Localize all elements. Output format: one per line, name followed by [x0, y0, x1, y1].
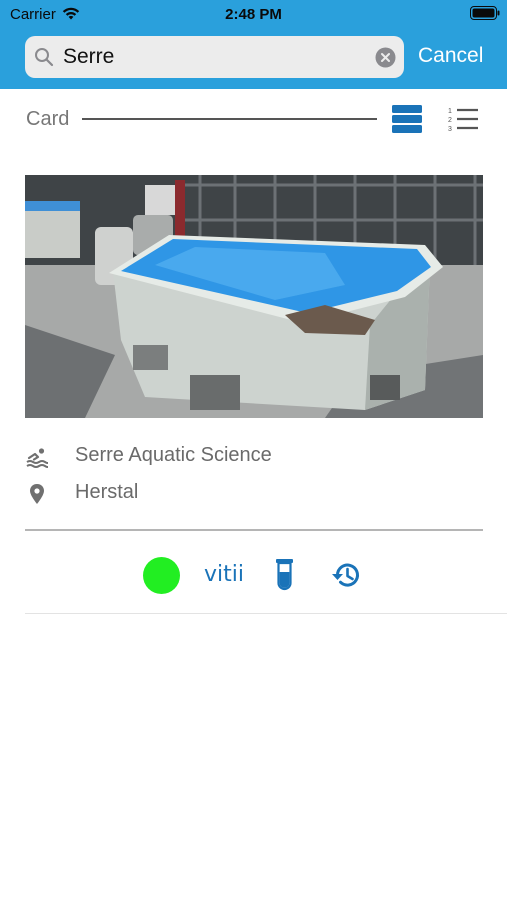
view-mode-label: Card	[26, 108, 70, 130]
pool-photo[interactable]	[25, 175, 483, 418]
facility-name-row: Serre Aquatic Science	[26, 444, 326, 470]
card-divider	[25, 529, 483, 531]
view-divider	[82, 118, 377, 120]
history-icon[interactable]	[329, 560, 362, 590]
clear-icon[interactable]	[375, 47, 396, 68]
svg-text:2: 2	[448, 117, 452, 124]
search-icon	[35, 48, 54, 67]
test-tube-icon[interactable]	[276, 559, 293, 591]
facility-location-row: Herstal	[26, 481, 226, 507]
card-view-icon[interactable]	[391, 104, 423, 134]
swimmer-icon	[26, 448, 48, 468]
status-time: 2:48 PM	[225, 6, 282, 23]
facility-name: Serre Aquatic Science	[75, 444, 272, 466]
vitii-link[interactable]: vitii	[204, 562, 244, 587]
facility-location: Herstal	[75, 481, 139, 503]
svg-text:1: 1	[448, 108, 452, 115]
location-pin-icon	[30, 484, 44, 504]
numbered-list-icon[interactable]: 1 2 3	[447, 105, 479, 133]
cancel-button[interactable]: Cancel	[418, 44, 483, 68]
search-input[interactable]	[63, 44, 363, 70]
bottom-divider	[25, 613, 507, 614]
app-header: Carrier 2:48 PM Cancel	[0, 0, 507, 89]
battery-icon	[470, 6, 500, 20]
status-indicator	[143, 557, 180, 594]
search-bar[interactable]	[25, 36, 404, 78]
svg-text:3: 3	[448, 126, 452, 133]
